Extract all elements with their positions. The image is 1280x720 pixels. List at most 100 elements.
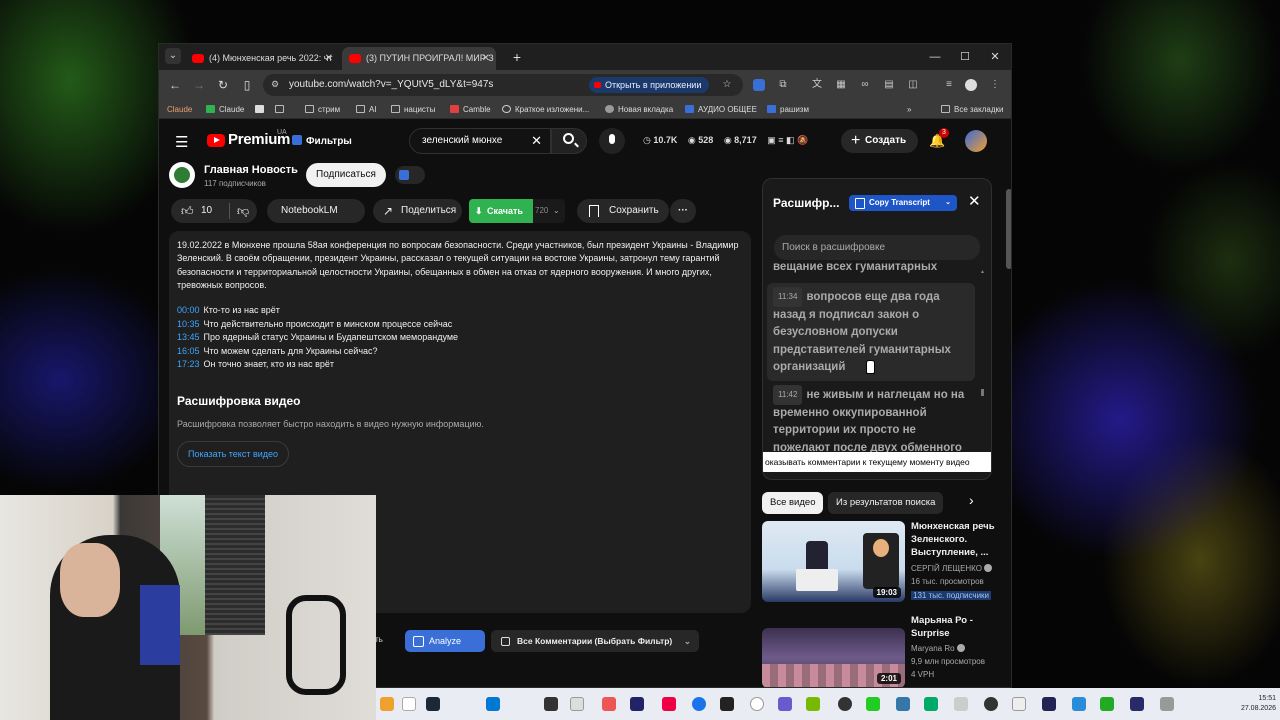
app-icon[interactable]	[692, 697, 706, 711]
timestamp-comments-banner[interactable]: оказывать комментарии к текущему моменту…	[763, 452, 991, 472]
app-icon[interactable]	[778, 697, 792, 711]
video-thumbnail[interactable]: 19:03	[762, 521, 905, 602]
app-icon[interactable]	[1012, 697, 1026, 711]
app-icon[interactable]	[954, 697, 968, 711]
taskbar-file-icon[interactable]	[402, 697, 416, 711]
chapter-timestamp[interactable]: 00:00	[177, 305, 200, 315]
extension-icon[interactable]	[753, 79, 765, 91]
scrollbar-thumb[interactable]	[1006, 189, 1011, 269]
link-icon[interactable]: ∞	[859, 79, 871, 91]
minimize-button[interactable]: —	[921, 48, 949, 66]
channel-name[interactable]: Главная Новость	[204, 164, 298, 176]
app-icon[interactable]	[866, 697, 880, 711]
back-button[interactable]: ←	[167, 77, 183, 93]
transcript-segment[interactable]: 11:42 не живым и наглецам но на временно …	[773, 385, 973, 457]
bookmark-blank[interactable]	[255, 100, 268, 119]
search-input[interactable]: зеленский мюнхе ✕	[409, 128, 551, 154]
open-in-app-button[interactable]: Открыть в приложении	[589, 77, 710, 93]
forward-button[interactable]: →	[191, 77, 207, 93]
reload-button[interactable]: ↻	[215, 77, 231, 93]
steam-icon[interactable]	[426, 697, 440, 711]
chevron-down-icon[interactable]: ⌄	[553, 199, 560, 223]
obs-icon[interactable]	[838, 697, 852, 711]
taskbar-app-icon[interactable]	[380, 697, 394, 711]
chapter-timestamp[interactable]: 17:23	[177, 359, 200, 369]
account-avatar[interactable]	[965, 130, 987, 152]
bookmark-grid[interactable]	[275, 100, 288, 119]
show-transcript-button[interactable]: Показать текст видео	[177, 441, 290, 467]
bookmark-claude-2[interactable]: Claude	[206, 100, 244, 119]
share-button[interactable]: ↗ Поделиться	[373, 199, 462, 223]
maximize-button[interactable]: ☐	[951, 48, 979, 66]
address-bar[interactable]: ⚙ youtube.com/watch?v=_YQUtV5_dLY&t=947s…	[263, 74, 743, 96]
transcript-search-input[interactable]: Поиск в расшифровке	[774, 235, 980, 260]
voice-search-button[interactable]	[599, 128, 625, 154]
terminal-icon[interactable]	[544, 697, 558, 711]
transcript-segment[interactable]: вещание всех гуманитарных	[773, 259, 973, 277]
new-tab-button[interactable]: +	[507, 47, 527, 67]
excel-icon[interactable]	[1100, 697, 1114, 711]
app-icon[interactable]	[1072, 697, 1086, 711]
close-tab-icon[interactable]: ✕	[325, 47, 333, 70]
search-button[interactable]	[551, 128, 587, 154]
menu-dots-icon[interactable]: ⋮	[989, 79, 1001, 91]
video-channel[interactable]: Maryana Ro	[911, 642, 1001, 655]
translate-icon[interactable]: 文	[811, 79, 823, 91]
sidebar-icon[interactable]: ◫	[907, 79, 919, 91]
bookmark-claude-1[interactable]: Claude	[167, 100, 192, 119]
bookmark-summary[interactable]: Краткое изложени...	[502, 100, 589, 119]
bookmark-stream[interactable]: стрим	[305, 100, 340, 119]
thumbs-down-icon[interactable]: 👎︎	[237, 199, 249, 223]
subscribe-button[interactable]: Подписаться	[306, 163, 386, 187]
chatgpt-icon[interactable]	[750, 697, 764, 711]
bookmark-nazis[interactable]: нацисты	[391, 100, 435, 119]
bookmark-newtab[interactable]: Новая вкладка	[605, 100, 673, 119]
chapter-timestamp[interactable]: 10:35	[177, 319, 200, 329]
analyze-button[interactable]: Analyze	[405, 630, 485, 652]
transcript-scroll-thumb[interactable]	[981, 389, 984, 396]
table-icon[interactable]: ▤	[883, 79, 895, 91]
channel-extension-button[interactable]	[395, 166, 425, 184]
youtube-logo-icon[interactable]	[207, 134, 225, 147]
video-title[interactable]: Марьяна Ро - Surprise	[911, 614, 997, 640]
capcut-icon[interactable]	[1042, 697, 1056, 711]
media-icon[interactable]: ≡	[943, 79, 955, 91]
chapter-timestamp[interactable]: 13:45	[177, 332, 200, 342]
clear-search-icon[interactable]: ✕	[531, 129, 542, 153]
chip-from-search[interactable]: Из результатов поиска	[828, 492, 944, 514]
app-icon[interactable]	[662, 697, 676, 711]
nvidia-icon[interactable]	[806, 697, 820, 711]
chapter-timestamp[interactable]: 16:05	[177, 346, 200, 356]
app-icon[interactable]	[1160, 697, 1174, 711]
filters-button[interactable]: Фильтры	[292, 135, 352, 147]
save-button[interactable]: Сохранить	[577, 199, 669, 223]
chevron-right-icon[interactable]: ›	[969, 492, 974, 508]
video-thumbnail[interactable]: 2:01	[762, 628, 905, 687]
page-scrollbar[interactable]	[1005, 119, 1011, 687]
more-actions-button[interactable]: ···	[670, 199, 696, 223]
ext-icons[interactable]: ▣ ≡ ◧ 🔕	[767, 135, 808, 145]
download-button[interactable]: Скачать 720 ⌄	[469, 199, 565, 223]
bookmark-ai[interactable]: AI	[356, 100, 377, 119]
comments-filter-dropdown[interactable]: Все Комментарии (Выбрать Фильтр) ⌄	[491, 630, 699, 652]
all-bookmarks[interactable]: Все закладки	[941, 100, 1003, 119]
create-button[interactable]: Создать	[841, 129, 919, 153]
chevron-down-icon[interactable]: ⌄	[945, 195, 951, 211]
channel-avatar[interactable]	[169, 162, 195, 188]
python-icon[interactable]	[896, 697, 910, 711]
close-transcript-icon[interactable]: ✕	[968, 192, 981, 210]
app-icon[interactable]	[924, 697, 938, 711]
github-icon[interactable]	[984, 697, 998, 711]
video-title[interactable]: Мюнхенская речь Зеленского. Выступление,…	[911, 520, 997, 559]
tab-1[interactable]: (4) Мюнхенская речь 2022: чт ✕	[185, 47, 339, 70]
app-icon[interactable]	[602, 697, 616, 711]
thumbs-up-icon[interactable]: 👍︎	[181, 199, 194, 223]
split-view-icon[interactable]: ▯	[239, 77, 255, 93]
tab-search-button[interactable]: ⌄	[165, 48, 181, 64]
hamburger-menu-icon[interactable]: ☰	[175, 133, 188, 151]
notepad-icon[interactable]	[570, 697, 584, 711]
puzzle-icon[interactable]: ⧉	[777, 79, 789, 91]
capcut-icon[interactable]	[720, 697, 734, 711]
transcript-scrollbar[interactable]	[980, 269, 985, 425]
site-info-icon[interactable]: ⚙	[271, 79, 279, 90]
